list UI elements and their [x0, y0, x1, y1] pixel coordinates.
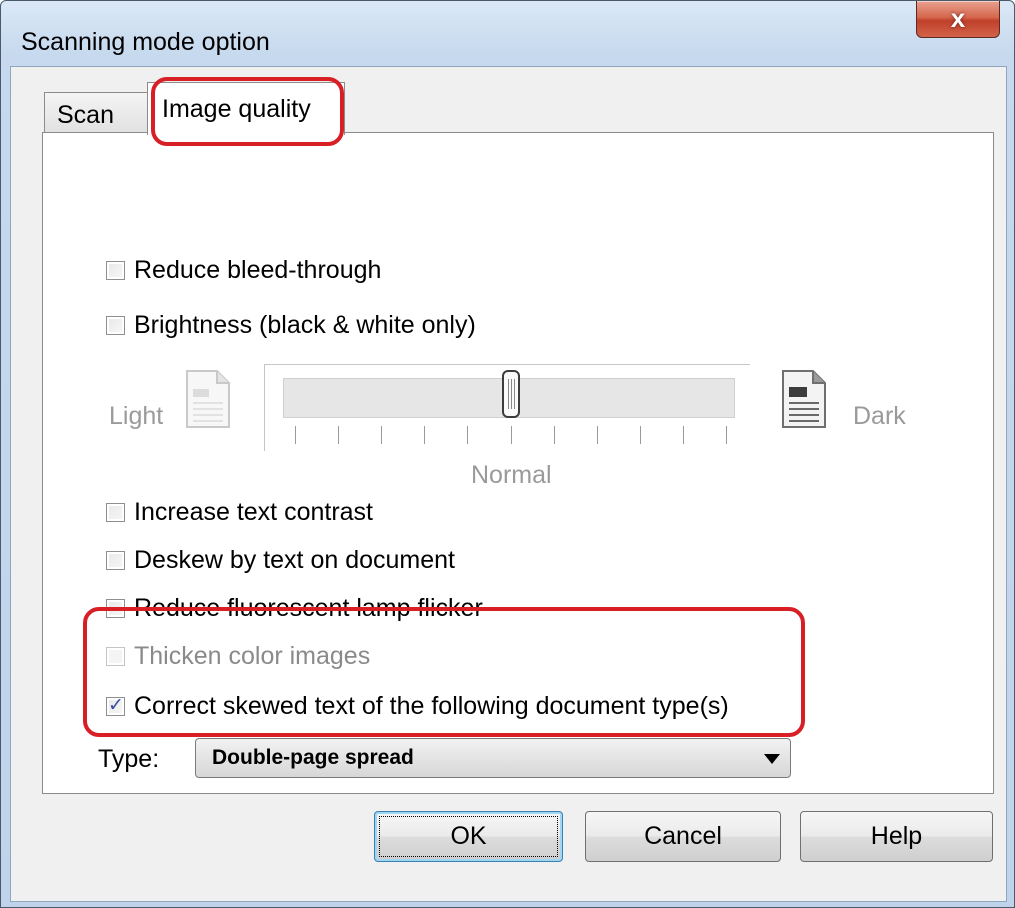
- slider-tick: [596, 426, 598, 444]
- slider-tick: [639, 426, 641, 444]
- close-icon: x: [950, 3, 966, 33]
- brightness-option[interactable]: Brightness (black & white only): [106, 311, 476, 340]
- dialog-window: Scanning mode option x Scan Image qualit…: [0, 0, 1015, 908]
- slider-tick: [381, 426, 383, 444]
- image-quality-panel: Reduce bleed-through Brightness (black &…: [42, 132, 994, 794]
- help-button-label: Help: [870, 822, 923, 850]
- brightness-checkbox[interactable]: [106, 316, 125, 335]
- slider-normal-label: Normal: [471, 461, 552, 489]
- cancel-button[interactable]: Cancel: [585, 811, 781, 862]
- tab-image-quality-label: Image quality: [162, 95, 311, 123]
- deskew-option[interactable]: Deskew by text on document: [106, 546, 455, 575]
- light-document-icon: [186, 370, 230, 428]
- slider-tick: [726, 426, 727, 444]
- flicker-label: Reduce fluorescent lamp flicker: [134, 594, 483, 622]
- cancel-button-label: Cancel: [644, 822, 722, 850]
- window-title: Scanning mode option: [21, 28, 270, 56]
- document-type-value: Double-page spread: [212, 746, 414, 769]
- tab-scan-label: Scan: [57, 101, 114, 129]
- thicken-option: Thicken color images: [106, 642, 370, 671]
- flicker-option[interactable]: Reduce fluorescent lamp flicker: [106, 594, 483, 623]
- slider-tick: [424, 426, 426, 444]
- increase-contrast-checkbox[interactable]: [106, 503, 125, 522]
- slider-light-label: Light: [109, 402, 164, 430]
- tab-scan[interactable]: Scan: [44, 92, 151, 133]
- slider-dark-label: Dark: [853, 402, 906, 430]
- increase-contrast-option[interactable]: Increase text contrast: [106, 498, 373, 527]
- reduce-bleed-option[interactable]: Reduce bleed-through: [106, 256, 381, 285]
- flicker-checkbox[interactable]: [106, 599, 125, 618]
- dialog-client-area: Scan Image quality Reduce bleed-through …: [10, 66, 1007, 902]
- type-label: Type:: [98, 745, 160, 773]
- close-button[interactable]: x: [916, 1, 1000, 38]
- slider-tick: [467, 426, 469, 444]
- thicken-label: Thicken color images: [134, 642, 371, 670]
- reduce-bleed-label: Reduce bleed-through: [134, 256, 382, 284]
- thicken-checkbox: [106, 647, 125, 666]
- tab-image-quality[interactable]: Image quality: [147, 82, 345, 135]
- document-type-select[interactable]: Double-page spread: [195, 738, 791, 778]
- slider-tick: [553, 426, 555, 444]
- reduce-bleed-checkbox[interactable]: [106, 261, 125, 280]
- correct-skew-label: Correct skewed text of the following doc…: [134, 692, 729, 720]
- slider-tick: [682, 426, 684, 444]
- slider-tick: [510, 426, 512, 444]
- help-button[interactable]: Help: [800, 811, 993, 862]
- ok-button[interactable]: OK: [374, 811, 563, 862]
- increase-contrast-label: Increase text contrast: [134, 498, 374, 526]
- deskew-label: Deskew by text on document: [134, 546, 455, 574]
- slider-tick: [338, 426, 340, 444]
- correct-skew-option[interactable]: Correct skewed text of the following doc…: [106, 692, 729, 721]
- correct-skew-checkbox[interactable]: [106, 694, 125, 717]
- title-bar: Scanning mode option x: [1, 1, 1014, 67]
- dark-document-icon: [782, 370, 826, 428]
- brightness-slider-thumb[interactable]: [501, 370, 520, 418]
- slider-tick: [295, 426, 296, 444]
- brightness-label: Brightness (black & white only): [134, 311, 476, 339]
- deskew-checkbox[interactable]: [106, 551, 125, 570]
- chevron-down-icon: [764, 754, 780, 764]
